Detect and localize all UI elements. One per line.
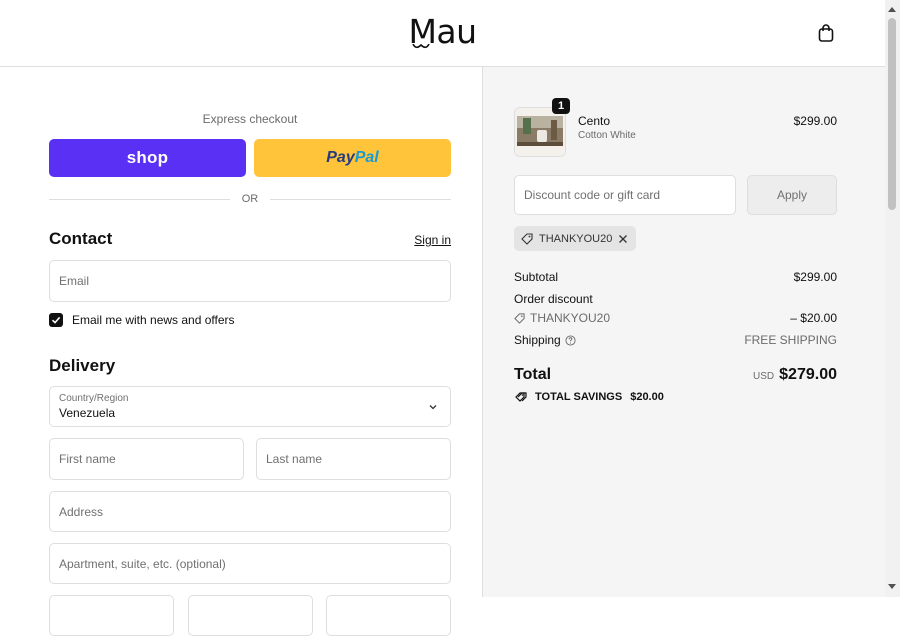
- scrollbar-thumb[interactable]: [888, 18, 896, 210]
- total-savings-row: TOTAL SAVINGS $20.00: [514, 391, 664, 403]
- discount-value: – $20.00: [790, 311, 837, 325]
- discount-code-row: THANKYOU20: [514, 311, 610, 325]
- newsletter-label: Email me with news and offers: [72, 313, 235, 327]
- last-name-field[interactable]: [256, 438, 451, 480]
- tag-icon: [521, 232, 533, 245]
- order-summary: 1 Cento Cotton White $299.00 Apply THANK…: [482, 67, 886, 597]
- scroll-up-arrow-icon[interactable]: [888, 6, 896, 12]
- first-name-field[interactable]: [49, 438, 244, 480]
- discount-code-input[interactable]: [524, 188, 735, 202]
- paypal-label-pal: Pal: [354, 149, 379, 166]
- shipping-value: FREE SHIPPING: [744, 333, 837, 347]
- tag-icon: [514, 312, 525, 324]
- subtotal-label: Subtotal: [514, 270, 559, 284]
- checkmark-icon: [51, 316, 61, 324]
- address-field[interactable]: [49, 491, 451, 532]
- header: Mau: [0, 0, 885, 67]
- delivery-heading: Delivery: [49, 356, 116, 375]
- help-icon[interactable]: [565, 334, 576, 346]
- shipping-label: Shipping: [514, 333, 561, 347]
- country-select[interactable]: Country/Region Venezuela: [49, 386, 451, 427]
- product-image: [515, 108, 565, 156]
- logo-mark-icon: [412, 44, 430, 49]
- email-input[interactable]: [59, 274, 450, 288]
- brand-logo[interactable]: Mau: [0, 12, 885, 51]
- sign-in-link[interactable]: Sign in: [414, 233, 451, 247]
- total-value-group: USD $279.00: [753, 366, 837, 384]
- applied-discount-chip: THANKYOU20: [514, 226, 637, 251]
- savings-label: TOTAL SAVINGS: [535, 391, 623, 403]
- savings-value: $20.00: [630, 391, 664, 403]
- product-thumbnail: [514, 107, 566, 157]
- product-variant: Cotton White: [578, 130, 636, 141]
- paypal-label-pay: Pay: [326, 149, 355, 166]
- applied-code-text: THANKYOU20: [539, 232, 613, 245]
- divider-line-right: [270, 199, 451, 200]
- city-field-partial[interactable]: [49, 595, 174, 636]
- remove-discount-icon[interactable]: [618, 234, 628, 244]
- email-field[interactable]: [49, 260, 451, 302]
- country-label: Country/Region: [59, 393, 129, 404]
- shop-pay-button[interactable]: shop: [49, 139, 246, 177]
- shipping-row: Shipping: [514, 333, 576, 347]
- state-field-partial[interactable]: [188, 595, 313, 636]
- page-scrollbar[interactable]: [885, 0, 900, 597]
- currency-code: USD: [753, 371, 775, 382]
- savings-tag-icon: [515, 392, 527, 402]
- contact-heading: Contact: [49, 229, 113, 248]
- chevron-down-icon: [429, 405, 437, 410]
- express-checkout-label: Express checkout: [202, 112, 298, 126]
- total-amount: $279.00: [779, 366, 837, 383]
- order-discount-label: Order discount: [514, 292, 593, 306]
- address-input[interactable]: [59, 504, 450, 519]
- shop-pay-label: shop: [126, 148, 169, 167]
- newsletter-checkbox-row[interactable]: Email me with news and offers: [49, 313, 235, 327]
- first-name-input[interactable]: [59, 452, 243, 466]
- apartment-field[interactable]: [49, 543, 451, 584]
- subtotal-value: $299.00: [793, 270, 837, 284]
- quantity-badge: 1: [552, 98, 570, 114]
- shopping-bag-icon[interactable]: [817, 23, 835, 43]
- country-value: Venezuela: [59, 406, 116, 420]
- paypal-button[interactable]: Pay Pal: [254, 139, 451, 177]
- discount-code-field[interactable]: [514, 175, 736, 215]
- checkout-form: Express checkout shop Pay Pal OR Contact …: [0, 67, 482, 636]
- last-name-input[interactable]: [266, 452, 450, 466]
- total-label: Total: [514, 366, 552, 383]
- scroll-down-arrow-icon[interactable]: [888, 584, 896, 590]
- discount-code-label: THANKYOU20: [530, 311, 611, 325]
- apply-discount-button[interactable]: Apply: [747, 175, 837, 215]
- postal-code-field-partial[interactable]: [326, 595, 451, 636]
- or-divider: OR: [49, 192, 451, 206]
- apartment-input[interactable]: [59, 556, 450, 571]
- newsletter-checkbox[interactable]: [49, 313, 63, 327]
- product-name: Cento: [578, 114, 611, 128]
- product-price: $299.00: [793, 114, 837, 128]
